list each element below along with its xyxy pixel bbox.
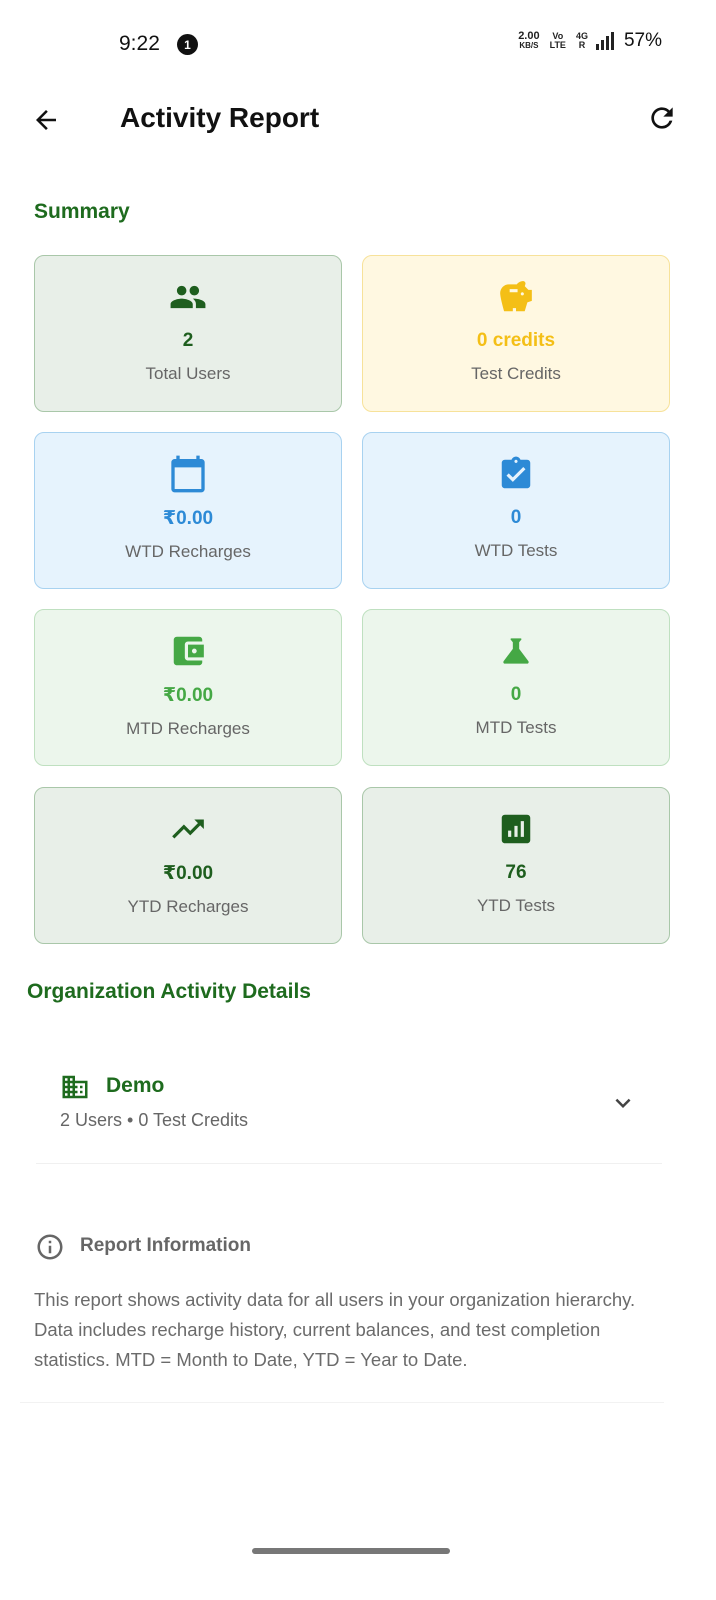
card-label: Total Users <box>145 364 231 383</box>
card-value: 0 credits <box>476 330 556 351</box>
organization-subtitle: 2 Users • 0 Test Credits <box>60 1110 249 1130</box>
people-icon <box>170 285 206 309</box>
refresh-button[interactable] <box>644 100 680 136</box>
status-time: 9:22 <box>119 32 160 55</box>
back-button[interactable] <box>28 102 64 138</box>
wallet-icon <box>173 636 204 666</box>
network-speed: 2.00 KB/S <box>518 31 539 51</box>
volte-bottom: LTE <box>549 40 566 50</box>
ytd-tests-card[interactable]: 76 YTD Tests <box>362 787 670 944</box>
organization-name: Demo <box>106 1074 165 1097</box>
mtd-recharges-card[interactable]: ₹0.00 MTD Recharges <box>34 609 342 766</box>
card-value: 76 <box>505 862 527 883</box>
app-bar: Activity Report <box>0 90 716 150</box>
ytd-recharges-card[interactable]: ₹0.00 YTD Recharges <box>34 787 342 944</box>
card-label: YTD Tests <box>476 896 556 915</box>
calendar-icon <box>171 455 205 493</box>
card-label: WTD Tests <box>474 541 558 560</box>
network-type: 4G R <box>576 32 588 50</box>
organization-item-demo[interactable]: Demo 2 Users • 0 Test Credits <box>36 1050 662 1164</box>
mtd-tests-card[interactable]: 0 MTD Tests <box>362 609 670 766</box>
summary-title: Summary <box>34 200 130 223</box>
refresh-icon <box>651 107 673 129</box>
total-users-card[interactable]: 2 Total Users <box>34 255 342 412</box>
notification-badge: 1 <box>177 34 198 55</box>
network-speed-value: 2.00 <box>518 30 540 42</box>
clipboard-check-icon <box>501 456 531 489</box>
status-indicators: 2.00 KB/S Vo LTE 4G R 57% <box>518 30 662 52</box>
bar-chart-icon <box>501 814 531 844</box>
card-value: 0 <box>510 507 522 528</box>
arrow-left-icon <box>36 110 56 130</box>
page-title: Activity Report <box>120 102 320 133</box>
piggy-bank-icon <box>500 281 532 312</box>
flask-icon <box>503 638 529 664</box>
building-icon <box>62 1075 88 1099</box>
card-label: Test Credits <box>471 364 561 383</box>
network-speed-unit: KB/S <box>519 41 539 50</box>
status-bar: 9:22 1 2.00 KB/S Vo LTE 4G R 57% <box>0 0 716 90</box>
card-label: WTD Recharges <box>125 542 251 561</box>
network-type-sub: R <box>578 40 586 50</box>
report-information-text: This report shows activity data for all … <box>34 1289 636 1370</box>
card-label: MTD Tests <box>475 718 557 737</box>
home-indicator[interactable] <box>252 1548 450 1554</box>
card-value: ₹0.00 <box>162 685 214 706</box>
report-information-title: Report Information <box>80 1235 251 1256</box>
card-label: YTD Recharges <box>127 897 249 916</box>
report-information-card: Report Information This report shows act… <box>20 1205 664 1403</box>
wtd-tests-card[interactable]: 0 WTD Tests <box>362 432 670 589</box>
trending-up-icon <box>172 819 204 839</box>
card-value: ₹0.00 <box>162 863 214 884</box>
card-label: MTD Recharges <box>126 719 250 738</box>
battery-level: 57% <box>623 30 662 51</box>
organization-section-title: Organization Activity Details <box>27 980 311 1003</box>
card-value: 2 <box>182 330 194 351</box>
info-icon <box>37 1234 63 1260</box>
card-value: 0 <box>510 684 522 705</box>
wtd-recharges-card[interactable]: ₹0.00 WTD Recharges <box>34 432 342 589</box>
signal-icon <box>595 32 614 50</box>
card-value: ₹0.00 <box>162 508 214 529</box>
volte-indicator: Vo LTE <box>550 32 566 50</box>
chevron-down-icon <box>615 1098 631 1108</box>
expand-toggle[interactable] <box>608 1088 638 1123</box>
test-credits-card[interactable]: 0 credits Test Credits <box>362 255 670 412</box>
